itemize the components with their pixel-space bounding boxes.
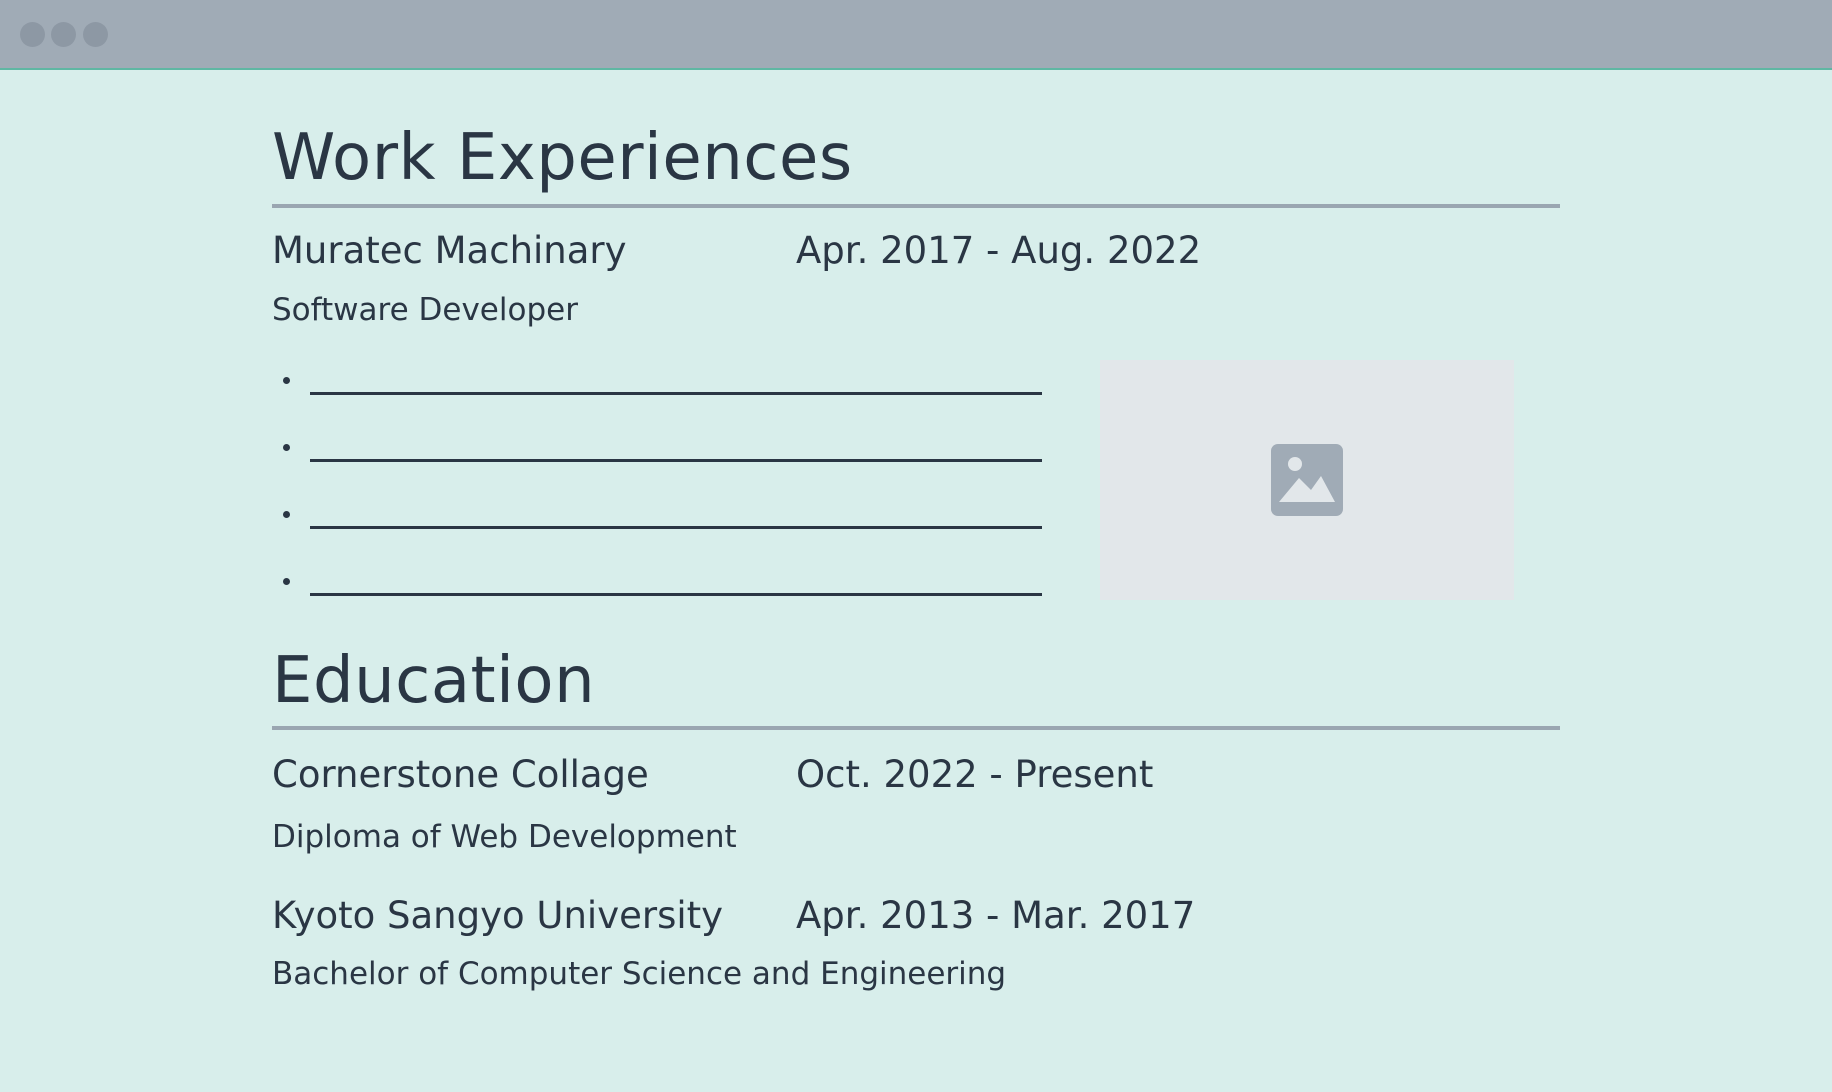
bullet-placeholder-line xyxy=(310,593,1042,596)
work-section-divider xyxy=(272,204,1560,208)
work-organization: Muratec Machinary xyxy=(272,229,627,272)
work-role: Software Developer xyxy=(272,292,578,328)
work-dates: Apr. 2017 - Aug. 2022 xyxy=(796,229,1202,272)
education-section-divider xyxy=(272,726,1560,730)
bullet-dot xyxy=(283,578,290,585)
education-organization: Kyoto Sangyo University xyxy=(272,894,724,937)
window-maximize-button[interactable] xyxy=(83,22,108,47)
work-section-title: Work Experiences xyxy=(272,121,853,195)
education-dates: Apr. 2013 - Mar. 2017 xyxy=(796,894,1196,937)
education-section-title: Education xyxy=(272,644,596,718)
education-credential: Diploma of Web Development xyxy=(272,819,737,855)
education-organization: Cornerstone Collage xyxy=(272,753,649,796)
work-image-placeholder xyxy=(1100,360,1514,600)
work-bullet-item xyxy=(280,561,1042,601)
education-credential: Bachelor of Computer Science and Enginee… xyxy=(272,956,1007,992)
work-bullet-item xyxy=(280,427,1042,467)
window-minimize-button[interactable] xyxy=(51,22,76,47)
bullet-dot xyxy=(283,377,290,384)
bullet-dot xyxy=(283,511,290,518)
bullet-dot xyxy=(283,444,290,451)
education-dates: Oct. 2022 - Present xyxy=(796,753,1154,796)
bullet-placeholder-line xyxy=(310,392,1042,395)
work-bullet-item xyxy=(280,360,1042,400)
bullet-placeholder-line xyxy=(310,526,1042,529)
window-close-button[interactable] xyxy=(20,22,45,47)
image-placeholder-icon xyxy=(1271,444,1343,516)
work-bullet-item xyxy=(280,494,1042,534)
bullet-placeholder-line xyxy=(310,459,1042,462)
window-titlebar xyxy=(0,0,1832,70)
